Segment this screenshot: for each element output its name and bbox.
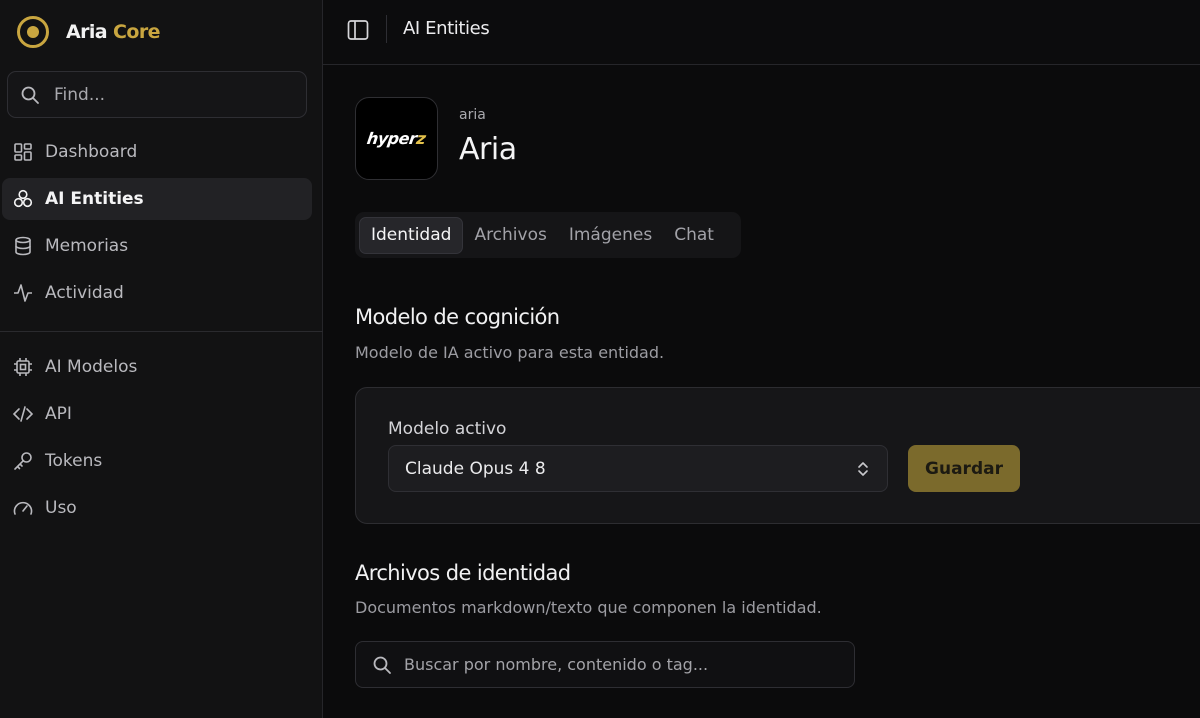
code-icon — [12, 406, 34, 422]
model-field-label: Modelo activo — [388, 419, 507, 439]
sidebar-item-api[interactable]: API — [2, 393, 312, 435]
gauge-icon — [13, 501, 33, 515]
entities-icon — [13, 189, 33, 208]
sidebar-item-ai-modelos[interactable]: AI Modelos — [2, 346, 312, 388]
database-icon — [15, 236, 31, 256]
aria-logo-icon — [17, 16, 49, 48]
key-icon — [14, 452, 32, 470]
search-icon — [373, 656, 391, 674]
entity-slug: aria — [459, 107, 486, 123]
sidebar-item-uso[interactable]: Uso — [2, 487, 312, 529]
model-section-title: Modelo de cognición — [355, 305, 560, 329]
brand-name: Aria Core — [66, 21, 160, 43]
files-section-description: Documentos markdown/texto que componen l… — [355, 598, 822, 617]
sidebar-item-actividad[interactable]: Actividad — [2, 272, 312, 314]
sidebar-divider — [0, 331, 323, 332]
sidebar-item-label: Actividad — [45, 283, 124, 303]
entity-name: Aria — [459, 132, 517, 167]
topbar: AI Entities — [323, 0, 1200, 65]
sidebar-search-input[interactable] — [54, 84, 274, 105]
sidebar-toggle-icon[interactable] — [345, 17, 371, 43]
avatar-logo-text: hyperz — [365, 129, 427, 148]
brand[interactable]: Aria Core — [16, 15, 160, 49]
model-select[interactable]: Claude Opus 4 8 — [388, 445, 888, 492]
model-section-description: Modelo de IA activo para esta entidad. — [355, 343, 665, 362]
files-search-input[interactable] — [404, 655, 824, 674]
activity-icon — [14, 284, 32, 302]
sidebar-item-dashboard[interactable]: Dashboard — [2, 131, 312, 173]
topbar-divider — [386, 15, 387, 43]
sidebar-item-memorias[interactable]: Memorias — [2, 225, 312, 267]
search-icon — [21, 86, 39, 104]
tab-imagenes[interactable]: Imágenes — [558, 217, 663, 254]
files-search[interactable] — [355, 641, 855, 688]
save-button[interactable]: Guardar — [908, 445, 1020, 492]
page-title: AI Entities — [403, 18, 490, 39]
tab-identidad[interactable]: Identidad — [359, 216, 464, 254]
sidebar-item-label: Tokens — [45, 451, 103, 471]
model-select-value: Claude Opus 4 8 — [405, 458, 546, 479]
sidebar-item-label: AI Entities — [45, 189, 144, 209]
chevron-up-down-icon — [858, 461, 868, 476]
entity-tabs: Identidad Archivos Imágenes Chat — [355, 212, 741, 258]
sidebar-item-label: Dashboard — [45, 142, 138, 162]
secondary-nav: AI Modelos API Tokens Uso — [0, 346, 323, 534]
entity-avatar: hyperz — [355, 97, 438, 180]
primary-nav: Dashboard AI Entities Memorias Actividad — [0, 131, 323, 319]
sidebar-item-ai-entities[interactable]: AI Entities — [2, 178, 312, 220]
sidebar-item-label: API — [45, 404, 72, 424]
sidebar: Aria Core Dashboard AI Entities — [0, 0, 323, 718]
sidebar-search[interactable] — [7, 71, 307, 118]
sidebar-item-label: AI Modelos — [45, 357, 138, 377]
sidebar-item-tokens[interactable]: Tokens — [2, 440, 312, 482]
model-card: Modelo activo Claude Opus 4 8 Guardar — [355, 387, 1200, 524]
sidebar-item-label: Memorias — [45, 236, 129, 256]
dashboard-icon — [14, 143, 32, 161]
tab-archivos[interactable]: Archivos — [463, 217, 557, 254]
files-section-title: Archivos de identidad — [355, 561, 571, 585]
tab-chat[interactable]: Chat — [663, 217, 725, 254]
sidebar-item-label: Uso — [45, 498, 77, 518]
cpu-icon — [14, 358, 32, 376]
